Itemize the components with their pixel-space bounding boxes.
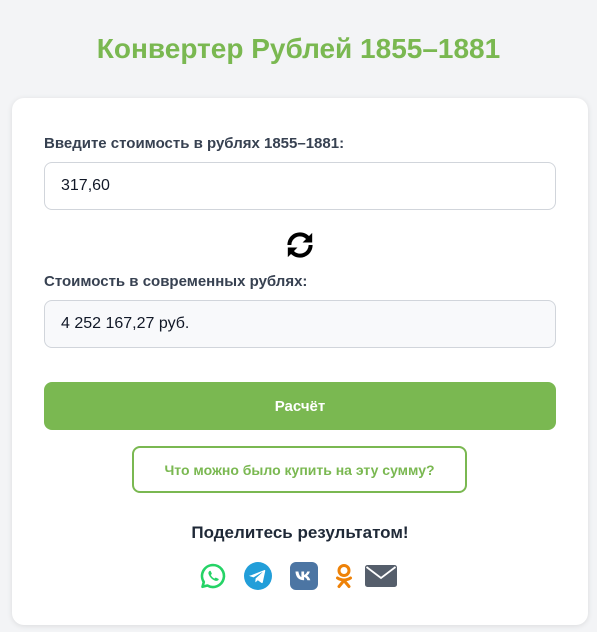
input-label: Введите стоимость в рублях 1855–1881:	[44, 135, 345, 152]
old-rubles-input[interactable]	[44, 162, 556, 210]
converter-card: Введите стоимость в рублях 1855–1881: Ст…	[12, 98, 588, 625]
output-label: Стоимость в современных рублях:	[44, 273, 308, 290]
telegram-icon[interactable]	[244, 562, 272, 590]
vk-icon[interactable]	[290, 562, 318, 590]
page-title: Конвертер Рублей 1855–1881	[96, 33, 501, 64]
refresh-arrows-icon[interactable]	[283, 228, 317, 262]
modern-rubles-output[interactable]	[44, 300, 556, 348]
whatsapp-icon[interactable]	[199, 562, 227, 590]
share-buttons	[199, 562, 409, 590]
email-icon[interactable]	[365, 562, 397, 590]
calculate-button[interactable]: Расчёт	[44, 382, 556, 430]
what-could-buy-button[interactable]: Что можно было купить на эту сумму?	[132, 446, 467, 493]
share-heading: Поделитесь результатом!	[191, 523, 409, 542]
odnoklassniki-icon[interactable]	[330, 562, 358, 590]
